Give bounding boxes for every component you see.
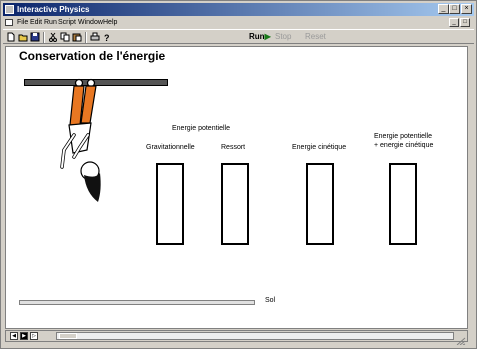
toolbar: ? Run▶ Stop Reset (3, 29, 474, 44)
play-icon[interactable]: ▶ (20, 332, 28, 340)
cut-icon[interactable] (48, 32, 58, 42)
app-icon (5, 5, 14, 14)
help-icon[interactable]: ? (102, 32, 112, 42)
column-label-total-line1: Energie potentielle (374, 133, 432, 140)
stop-button[interactable]: Stop (275, 31, 291, 43)
document-icon[interactable] (5, 19, 13, 26)
run-arrow-icon: ▶ (264, 32, 271, 41)
menu-run[interactable]: Run (44, 17, 57, 28)
mdi-minimize-button[interactable]: _ (449, 18, 459, 27)
title-bar[interactable]: Interactive Physics _ □ × (3, 3, 474, 16)
menu-window[interactable]: Window (78, 17, 103, 28)
gravitational-energy-meter (156, 163, 184, 245)
column-label-gravitational: Gravitationnelle (146, 144, 195, 151)
toolbar-separator (85, 32, 87, 43)
menu-help[interactable]: Help (103, 17, 117, 28)
run-button[interactable]: Run▶ (249, 31, 271, 43)
spring-energy-meter (221, 163, 249, 245)
kinetic-energy-meter (306, 163, 334, 245)
group-label-potential-energy: Energie potentielle (172, 125, 230, 132)
step-forward-icon[interactable]: ▷ (30, 332, 38, 340)
total-energy-meter (389, 163, 417, 245)
ground-slider[interactable] (19, 300, 255, 305)
close-button[interactable]: × (461, 4, 472, 14)
menu-file[interactable]: File (17, 17, 28, 28)
column-label-total-line2: + energie cinétique (374, 142, 434, 149)
mdi-restore-button[interactable]: □ (460, 18, 470, 27)
minimize-button[interactable]: _ (438, 4, 449, 14)
maximize-button[interactable]: □ (449, 4, 460, 14)
column-label-kinetic: Energie cinétique (292, 144, 347, 151)
menu-bar: File Edit Run Script Window Help _ □ (3, 17, 474, 28)
new-file-icon[interactable] (6, 32, 16, 42)
horizontal-scrollbar[interactable] (56, 332, 454, 340)
window-title: Interactive Physics (17, 5, 90, 14)
ground-label: Sol (265, 297, 276, 304)
resize-grip-icon[interactable] (456, 332, 466, 346)
gymnast-figure[interactable] (50, 75, 120, 205)
scrollbar-thumb[interactable] (59, 333, 77, 339)
column-label-spring: Ressort (221, 144, 246, 151)
save-icon[interactable] (30, 32, 40, 42)
step-back-icon[interactable]: ◀ (10, 332, 18, 340)
menu-script[interactable]: Script (58, 17, 76, 28)
open-folder-icon[interactable] (18, 32, 28, 42)
print-icon[interactable] (90, 32, 100, 42)
reset-button[interactable]: Reset (305, 31, 326, 43)
copy-icon[interactable] (60, 32, 70, 42)
run-label: Run (249, 32, 265, 41)
application-window: Interactive Physics _ □ × File Edit Run … (0, 0, 477, 349)
simulation-workspace[interactable]: Conservation de l'énergie Energie potent… (5, 46, 468, 329)
paste-icon[interactable] (72, 32, 82, 42)
menu-edit[interactable]: Edit (30, 17, 42, 28)
playback-bar: ◀ ▶ ▷ (5, 330, 468, 346)
toolbar-separator (43, 32, 45, 43)
svg-text:?: ? (104, 33, 110, 42)
page-title: Conservation de l'énergie (19, 49, 166, 63)
